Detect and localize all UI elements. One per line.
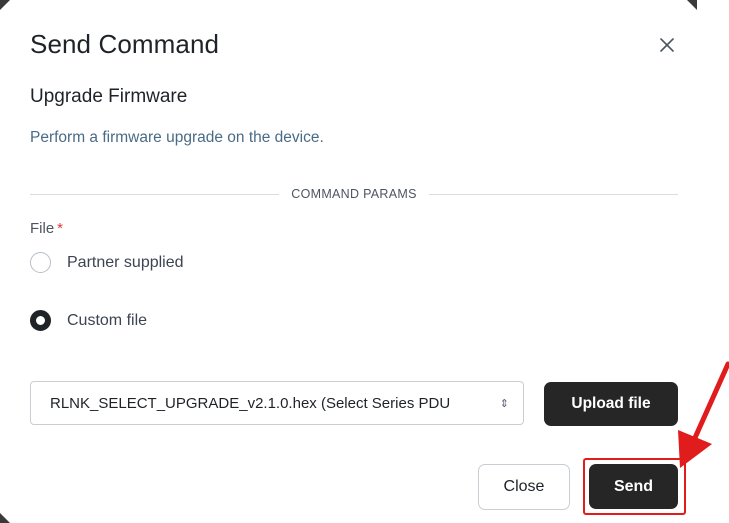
upload-file-button[interactable]: Upload file [544,382,678,426]
radio-button-checked[interactable] [30,310,51,331]
screen: Send Command Upgrade Firmware Perform a … [0,0,729,523]
send-button[interactable]: Send [589,464,678,509]
file-select[interactable]: RLNK_SELECT_UPGRADE_v2.1.0.hex (Select S… [30,381,524,425]
divider-line-left [30,193,280,195]
radio-label: Custom file [67,311,148,329]
close-button[interactable]: Close [478,464,570,510]
radio-label: Partner supplied [67,253,184,271]
close-icon[interactable] [656,34,678,56]
command-name: Upgrade Firmware [30,86,188,107]
section-label: COMMAND PARAMS [291,187,417,201]
radio-option-custom-file[interactable]: Custom file [30,310,147,331]
divider-line-right [428,193,679,195]
section-divider: COMMAND PARAMS [30,184,679,204]
file-label-text: File [30,220,55,237]
command-description: Perform a firmware upgrade on the device… [30,129,324,146]
close-icon-glyph [660,38,674,52]
radio-button-unchecked[interactable] [30,252,51,273]
up-down-chevron-icon: ⇕ [499,397,509,410]
dialog-title: Send Command [30,29,220,59]
send-command-dialog: Send Command Upgrade Firmware Perform a … [0,0,700,523]
radio-option-partner-supplied[interactable]: Partner supplied [30,252,184,273]
file-field-label: File * [30,220,63,237]
required-marker: * [57,220,64,237]
file-select-value: RLNK_SELECT_UPGRADE_v2.1.0.hex (Select S… [50,394,451,412]
